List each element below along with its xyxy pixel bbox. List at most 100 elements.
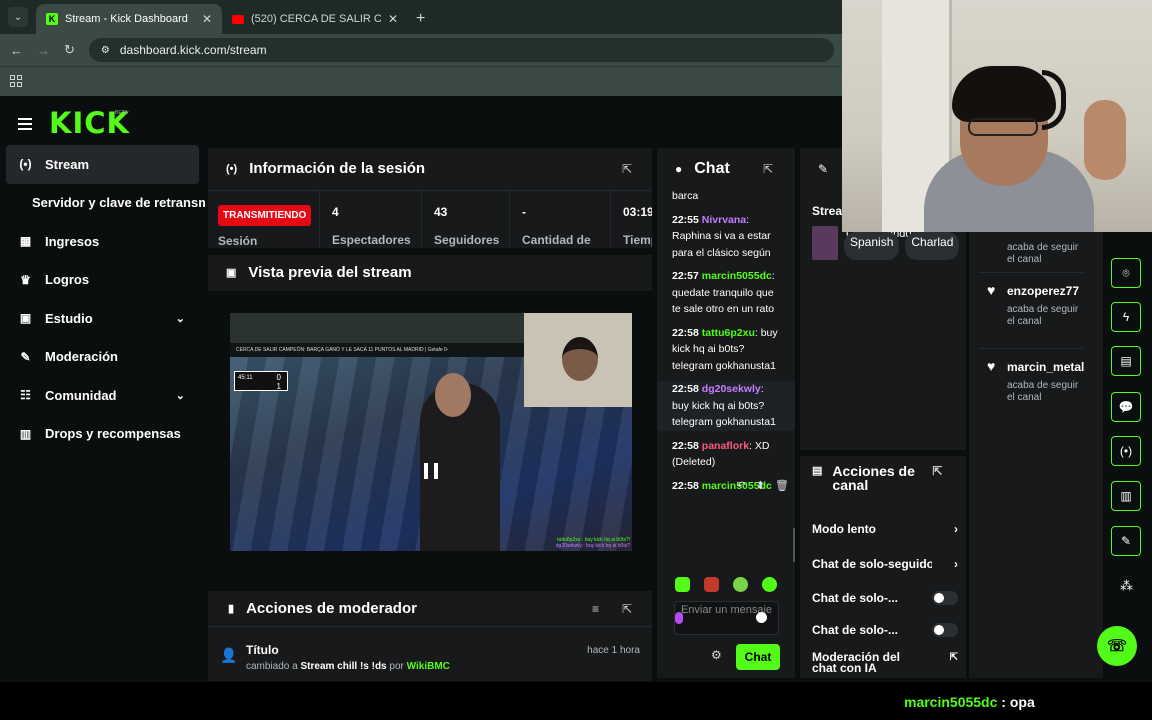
message-time: 22:57 <box>672 270 699 282</box>
sidebar-item-achievements[interactable]: ♛ Logros <box>0 261 205 300</box>
browser-tab-kick[interactable]: K Stream - Kick Dashboard ✕ <box>36 4 222 34</box>
activity-desc: acaba de seguir el canal <box>1007 242 1079 265</box>
sidebar-item-studio[interactable]: ▣ Estudio ⌄ <box>0 299 205 338</box>
chat-message[interactable]: barca <box>657 188 795 205</box>
activity-item: acaba de seguir el canal <box>979 234 1099 265</box>
subs-only-toggle[interactable] <box>932 591 958 605</box>
chat-message[interactable]: 22:58 dg20sekwly: buy kick hq ai b0ts? t… <box>657 381 795 431</box>
sidebar-item-drops[interactable]: ▥ Drops y recompensas <box>0 415 205 454</box>
rail-lightning-icon[interactable]: ϟ <box>1111 302 1141 332</box>
caption-user: marcin5055dc <box>904 694 998 710</box>
close-tab-icon[interactable]: ✕ <box>202 12 212 26</box>
log-title: Título <box>246 643 279 657</box>
external-link-icon: ⇱ <box>949 652 958 663</box>
filter-icon[interactable]: ≡ <box>592 602 599 616</box>
emotes-only-toggle[interactable] <box>932 623 958 637</box>
activity-user[interactable]: marcin_metal <box>1007 360 1099 374</box>
sidebar-item-label: Servidor y clave de retransmisión <box>32 195 205 211</box>
activity-user[interactable]: enzoperez77 <box>1007 284 1099 298</box>
emote-kick-icon[interactable] <box>675 577 690 592</box>
rail-chat-icon[interactable]: 💬 <box>1111 392 1141 422</box>
video-title: CERCA DE SALIR CAMPEÓN: BARÇA GANÓ Y LE … <box>230 343 524 357</box>
rail-wrench-icon[interactable]: ✎ <box>1111 526 1141 556</box>
tag-chip[interactable]: Charlad <box>905 232 960 260</box>
rail-share-icon[interactable]: ⁂ <box>1120 578 1133 594</box>
chevron-down-icon[interactable]: ⌄ <box>176 312 185 325</box>
pause-icon[interactable] <box>424 463 438 479</box>
rail-target-icon[interactable]: ⌾ <box>1111 258 1141 288</box>
log-changed-text: cambiado a <box>246 661 298 672</box>
rail-layout-icon[interactable]: ▥ <box>1111 481 1141 511</box>
income-icon: ▦ <box>19 234 32 249</box>
delete-icon[interactable]: 🗑 <box>775 479 789 492</box>
chevron-down-icon[interactable]: ⌄ <box>176 389 185 402</box>
studio-icon: ▣ <box>19 311 32 326</box>
popout-icon[interactable]: ⇱ <box>622 602 632 616</box>
sidebar-item-label: Drops y recompensas <box>45 426 181 442</box>
sidebar-item-moderation[interactable]: ✎ Moderación <box>0 338 205 377</box>
pin-icon[interactable]: ⬍ <box>756 479 765 492</box>
popout-icon[interactable]: ⇱ <box>932 464 942 492</box>
sidebar-item-income[interactable]: ▦ Ingresos <box>0 222 205 261</box>
category-thumbnail[interactable] <box>812 226 838 260</box>
stat-value: 4 <box>332 205 339 219</box>
action-label: Moderación del chat con IA <box>812 650 901 675</box>
emotes-only-row: Chat de solo-... <box>812 623 958 637</box>
log-value: Stream chill !s !ds <box>300 661 387 672</box>
sidebar-item-server-key[interactable]: Servidor y clave de retransmisión <box>0 184 205 223</box>
chat-message[interactable]: 22:58 tattu6p2xu: buy kick hq ai b0ts? t… <box>657 325 795 375</box>
popout-icon[interactable]: ⇱ <box>763 162 773 176</box>
activity-desc: acaba de seguir el canal <box>1007 304 1079 327</box>
rail-notes-icon[interactable]: ▤ <box>1111 346 1141 376</box>
url-field[interactable]: ⚙ dashboard.kick.com/stream <box>88 38 834 62</box>
chevron-right-icon: › <box>954 522 958 536</box>
emote-face-icon[interactable] <box>733 577 748 592</box>
live-badge: TRANSMITIENDO <box>218 205 312 226</box>
log-detail: cambiado a Stream chill !s !ds por WikiB… <box>246 661 450 672</box>
message-user[interactable]: tattu6p2xu <box>702 327 755 339</box>
message-time: 22:55 <box>672 213 699 226</box>
close-tab-icon[interactable]: ✕ <box>388 12 398 26</box>
forward-icon[interactable]: → <box>37 43 50 58</box>
chat-message[interactable]: 22:55 Nivrvana: Raphina si va a estar pa… <box>657 212 795 262</box>
emoji-icon[interactable] <box>756 612 767 623</box>
help-chat-icon[interactable]: ☏ <box>1097 626 1137 666</box>
rail-broadcast-icon[interactable]: (•) <box>1111 436 1141 466</box>
message-time: 22:58 <box>672 326 699 339</box>
followers-only-row[interactable]: Chat de solo-seguidores › <box>812 557 958 571</box>
chat-scrollbar[interactable] <box>793 528 795 562</box>
reply-icon[interactable]: ↶ <box>737 479 746 492</box>
site-info-icon[interactable]: ⚙ <box>101 45 110 56</box>
tag-chip[interactable]: Spanish <box>844 232 900 260</box>
streamer-webcam <box>842 0 1152 232</box>
back-icon[interactable]: ← <box>10 43 23 58</box>
menu-icon[interactable] <box>18 118 32 130</box>
popout-icon[interactable]: ⇱ <box>622 162 632 176</box>
new-tab-button[interactable]: + <box>416 10 425 28</box>
send-chat-button[interactable]: Chat <box>736 644 780 670</box>
slow-mode-row[interactable]: Modo lento › <box>812 522 958 536</box>
chat-message[interactable]: 22:58 panaflork: XD (Deleted) <box>657 438 795 471</box>
microphone-icon[interactable] <box>675 612 683 624</box>
stream-video[interactable]: CERCA DE SALIR CAMPEÓN: BARÇA GANÓ Y LE … <box>230 313 632 551</box>
message-user[interactable]: panaflork <box>702 440 749 452</box>
apps-grid-icon[interactable] <box>10 75 22 87</box>
sidebar-item-community[interactable]: ☷ Comunidad ⌄ <box>0 376 205 415</box>
tab-search-button[interactable]: ⌄ <box>8 7 28 27</box>
ai-moderation-row[interactable]: Moderación del chat con IA ⇱ <box>812 650 958 675</box>
emote-chat-icon[interactable] <box>762 577 777 592</box>
log-user[interactable]: WikiBMC <box>407 661 450 672</box>
reload-icon[interactable]: ↻ <box>64 42 75 58</box>
panel-header: ▣ Vista previa del stream <box>208 255 652 291</box>
sidebar-item-stream[interactable]: (•) Stream <box>6 145 199 184</box>
stream-label: Strea <box>812 204 843 218</box>
activity-feed-panel: acaba de seguir el canal ♥ enzoperez77 a… <box>969 232 1103 678</box>
message-user[interactable]: dg20sekwly <box>702 383 761 395</box>
message-user[interactable]: Nivrvana <box>702 214 746 226</box>
settings-gear-icon[interactable]: ⚙ <box>711 648 722 662</box>
chat-message[interactable]: 22:57 marcin5055dc: quedate tranquilo qu… <box>657 268 795 318</box>
emote-mail-icon[interactable] <box>704 577 719 592</box>
session-stats: TRANSMITIENDO Sesión 4 Espectadores 43 S… <box>208 190 652 248</box>
message-user[interactable]: marcin5055dc <box>702 270 772 282</box>
browser-tab-youtube[interactable]: (520) CERCA DE SALIR CAMPEÓ ✕ <box>222 4 408 34</box>
